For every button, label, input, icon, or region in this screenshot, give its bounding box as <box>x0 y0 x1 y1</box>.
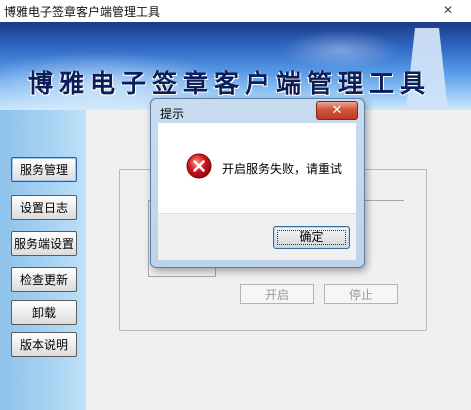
dialog-body: 开启服务失败，请重试 <box>158 123 356 213</box>
sidebar-item-service-management[interactable]: 服务管理 <box>11 157 77 182</box>
start-service-button[interactable]: 开启 <box>240 284 314 304</box>
error-icon <box>186 153 212 179</box>
banner-title: 博雅电子签章客户端管理工具 <box>28 69 432 98</box>
window-titlebar: 博雅电子签章客户端管理工具 ✕ <box>0 0 471 23</box>
sidebar-item-server-settings[interactable]: 服务端设置 <box>11 231 77 256</box>
sidebar: 服务管理 设置日志 服务端设置 检查更新 卸载 版本说明 <box>0 110 87 410</box>
app-window: 博雅电子签章客户端管理工具 ✕ 博雅电子签章客户端管理工具 服务管理 设置日志 … <box>0 0 471 410</box>
group-divider <box>364 200 404 201</box>
sidebar-item-check-update[interactable]: 检查更新 <box>11 267 77 292</box>
dialog-title: 提示 <box>160 107 185 121</box>
dialog-ok-button[interactable]: 确定 <box>273 226 350 249</box>
window-close-button[interactable]: ✕ <box>437 2 459 18</box>
window-title: 博雅电子签章客户端管理工具 <box>4 5 161 19</box>
focus-ring <box>277 230 346 245</box>
header-banner: 博雅电子签章客户端管理工具 <box>0 22 471 110</box>
sidebar-item-uninstall[interactable]: 卸载 <box>11 300 77 325</box>
dialog-close-button[interactable]: ✕ <box>316 101 358 120</box>
sidebar-item-log-settings[interactable]: 设置日志 <box>11 195 77 220</box>
dialog-message: 开启服务失败，请重试 <box>222 162 343 176</box>
dialog-footer: 确定 <box>158 213 356 260</box>
error-dialog: 提示 ✕ 开启服务失败，请重试 确定 <box>150 98 365 268</box>
sidebar-item-version-notes[interactable]: 版本说明 <box>11 332 77 357</box>
stop-service-button[interactable]: 停止 <box>324 284 398 304</box>
